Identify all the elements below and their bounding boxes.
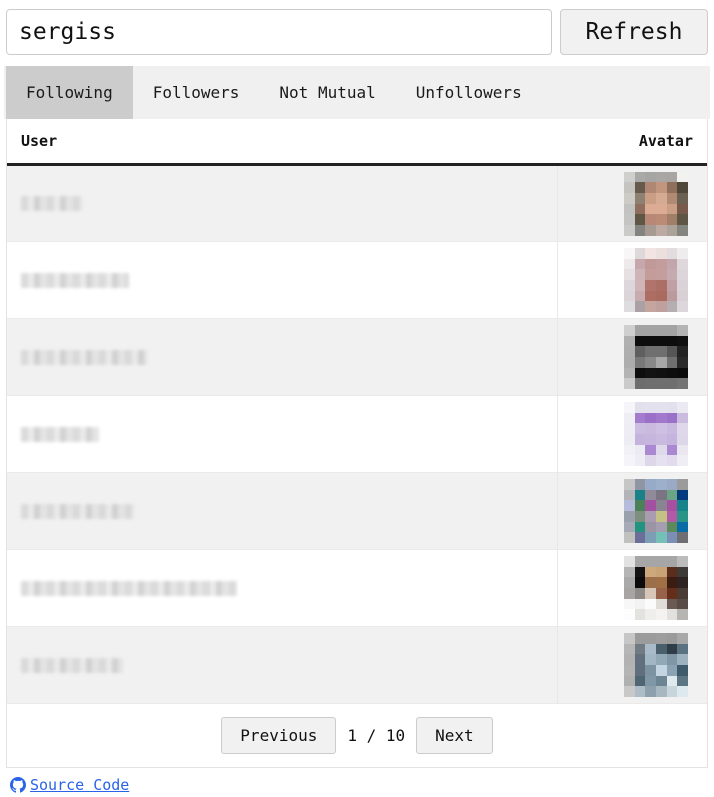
username-label	[21, 196, 83, 211]
avatar	[624, 325, 688, 389]
username-label	[21, 426, 99, 442]
avatar	[624, 556, 688, 620]
table-row[interactable]	[7, 395, 707, 473]
username-label	[21, 349, 147, 365]
search-bar: Refresh	[4, 9, 710, 55]
avatar	[624, 171, 688, 236]
source-code-label: Source Code	[30, 776, 130, 794]
table-body	[7, 164, 707, 704]
tab-not-mutual[interactable]: Not Mutual	[259, 66, 395, 119]
next-page-button[interactable]: Next	[416, 717, 493, 754]
footer: Source Code	[4, 768, 710, 794]
avatar-cell	[557, 164, 707, 242]
avatar	[624, 633, 688, 697]
source-code-link[interactable]: Source Code	[10, 776, 129, 794]
username-label	[21, 580, 237, 596]
user-cell	[7, 472, 558, 550]
app-root: Refresh Following Followers Not Mutual U…	[0, 0, 714, 794]
username-label	[21, 657, 123, 673]
table-row[interactable]	[7, 241, 707, 319]
table-row[interactable]	[7, 318, 707, 396]
refresh-button[interactable]: Refresh	[560, 9, 708, 55]
user-cell	[7, 241, 558, 319]
username-label	[21, 503, 135, 519]
tab-unfollowers[interactable]: Unfollowers	[396, 66, 542, 119]
avatar	[624, 402, 688, 466]
username-label	[21, 272, 129, 288]
user-cell	[7, 549, 558, 627]
table-header-row: User Avatar	[7, 119, 707, 166]
avatar-cell	[557, 241, 707, 319]
page-indicator: 1 / 10	[347, 726, 406, 745]
table-head: User Avatar	[7, 119, 707, 166]
user-cell	[7, 318, 558, 396]
tab-following[interactable]: Following	[6, 66, 133, 119]
search-input[interactable]	[6, 9, 552, 55]
avatar	[624, 479, 688, 543]
avatar-cell	[557, 395, 707, 473]
user-cell	[7, 164, 558, 242]
github-icon	[10, 777, 26, 793]
avatar-cell	[557, 472, 707, 550]
avatar-cell	[557, 549, 707, 627]
user-cell	[7, 395, 558, 473]
table-row[interactable]	[7, 164, 707, 242]
tab-followers[interactable]: Followers	[133, 66, 260, 119]
table-row[interactable]	[7, 549, 707, 627]
user-table-container: User Avatar	[6, 119, 708, 704]
user-cell	[7, 626, 558, 704]
table-row[interactable]	[7, 626, 707, 704]
column-header-user: User	[7, 119, 557, 166]
tab-bar: Following Followers Not Mutual Unfollowe…	[4, 66, 710, 119]
user-table: User Avatar	[7, 119, 707, 704]
avatar-cell	[557, 626, 707, 704]
avatar	[624, 248, 688, 312]
table-row[interactable]	[7, 472, 707, 550]
column-header-avatar: Avatar	[557, 119, 707, 166]
pagination-bar: Previous 1 / 10 Next	[6, 704, 708, 768]
avatar-cell	[557, 318, 707, 396]
previous-page-button[interactable]: Previous	[221, 717, 337, 754]
